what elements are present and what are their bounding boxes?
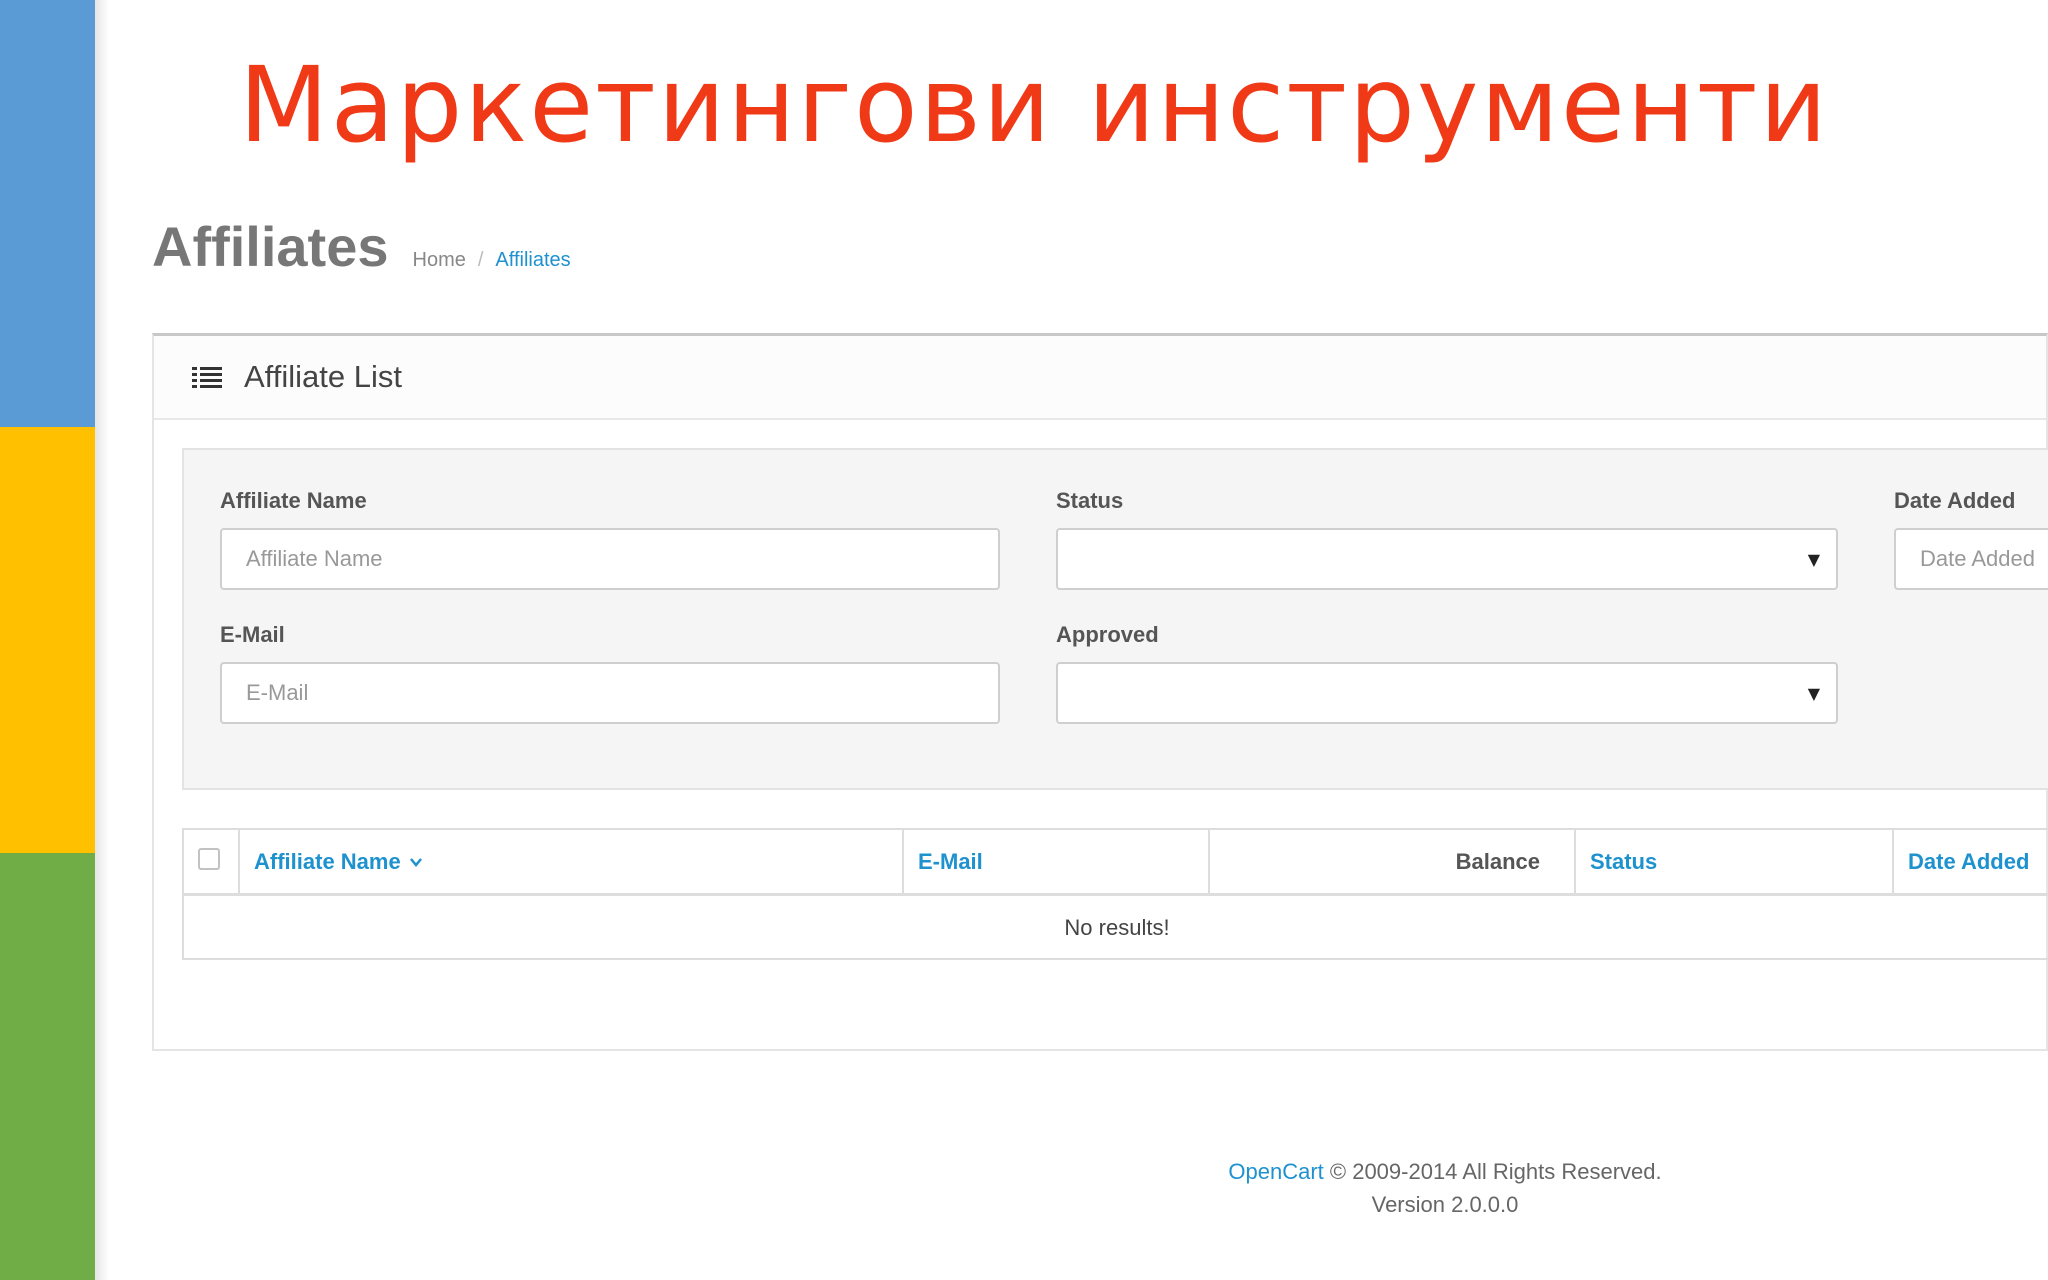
column-balance: Balance (1455, 848, 1540, 874)
slide-title: Маркетингови инструменти (238, 44, 1830, 166)
email-label: E-Mail (220, 622, 285, 647)
table-header: Affiliate Name E-Mail Balance Status Dat… (184, 830, 2048, 896)
chevron-down-icon: ▼ (1807, 550, 1820, 569)
slide-strip-shadow (95, 0, 109, 1280)
slide-strip-yellow (0, 427, 95, 853)
approved-label: Approved (1056, 622, 1159, 647)
affiliate-name-input[interactable] (220, 528, 1000, 590)
column-status[interactable]: Status (1590, 830, 1657, 893)
page-header: Affiliates Home / Affiliates (152, 212, 571, 282)
footer-copyright: © 2009-2014 All Rights Reserved. (1329, 1159, 1662, 1184)
column-divider (1892, 830, 1894, 893)
breadcrumb-affiliates-link[interactable]: Affiliates (495, 249, 570, 272)
page-title: Affiliates (152, 215, 389, 278)
footer-copyright-line: OpenCart © 2009-2014 All Rights Reserved… (1015, 1155, 1875, 1188)
affiliate-name-label: Affiliate Name (220, 488, 367, 513)
date-added-input[interactable] (1894, 528, 2048, 590)
opencart-link[interactable]: OpenCart (1228, 1159, 1323, 1184)
chevron-down-icon (409, 857, 422, 867)
affiliate-list-panel: Affiliate List Affiliate Name Status ▼ D… (152, 333, 2048, 1051)
column-affiliate-name-label: Affiliate Name (254, 848, 401, 874)
panel-title: Affiliate List (244, 359, 402, 394)
column-date-added[interactable]: Date Added (1908, 830, 2029, 893)
column-divider (902, 830, 904, 893)
chevron-down-icon: ▼ (1807, 684, 1820, 703)
column-email[interactable]: E-Mail (918, 830, 983, 893)
panel-heading: Affiliate List (154, 336, 2046, 420)
date-added-label: Date Added (1894, 488, 2016, 513)
select-all-checkbox[interactable] (198, 848, 220, 870)
filter-panel: Affiliate Name Status ▼ Date Added E-Mai… (182, 448, 2048, 790)
breadcrumb-separator: / (477, 249, 484, 271)
column-divider (1574, 830, 1576, 893)
column-affiliate-name[interactable]: Affiliate Name (254, 830, 423, 893)
breadcrumb-home-link[interactable]: Home (413, 249, 466, 272)
email-input[interactable] (220, 662, 1000, 724)
breadcrumb: Home / Affiliates (413, 249, 571, 272)
affiliate-table: Affiliate Name E-Mail Balance Status Dat… (182, 828, 2048, 960)
column-divider (238, 830, 240, 893)
footer: OpenCart © 2009-2014 All Rights Reserved… (1015, 1155, 1875, 1221)
approved-select[interactable]: ▼ (1056, 662, 1838, 724)
status-select[interactable]: ▼ (1056, 528, 1838, 590)
slide-strip-green (0, 853, 95, 1280)
no-results-message: No results! (1064, 915, 1170, 940)
list-icon (192, 367, 222, 388)
status-label: Status (1056, 488, 1124, 513)
footer-version: Version 2.0.0.0 (1371, 1192, 1519, 1217)
